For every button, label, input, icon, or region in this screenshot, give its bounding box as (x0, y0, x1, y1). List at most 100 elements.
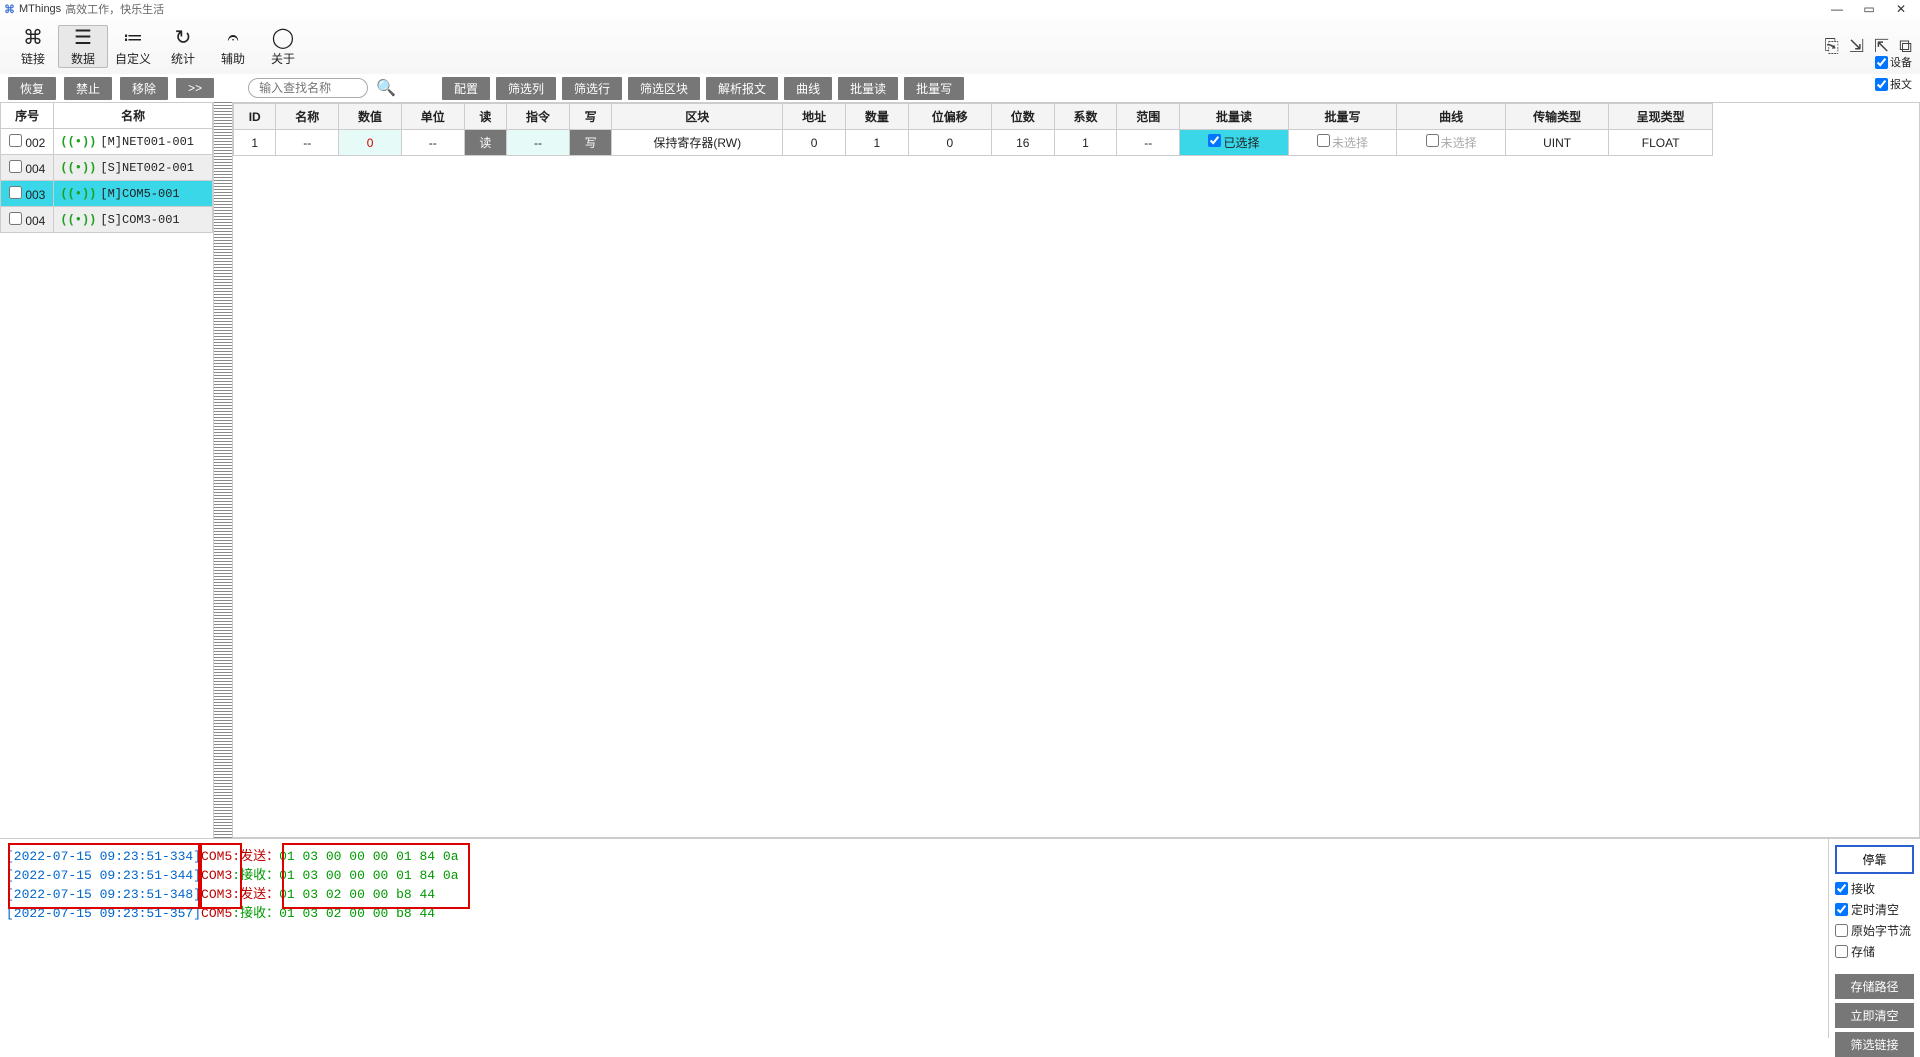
assist-icon: 𝄐 (208, 26, 258, 50)
cell-type: UINT (1505, 130, 1608, 156)
device-row[interactable]: 002((•))[M]NET001-001 (1, 129, 213, 155)
dock-button[interactable]: 停靠 (1835, 845, 1914, 874)
app-title: MThings (19, 3, 61, 15)
cell-coef: 1 (1054, 130, 1117, 156)
custom-label: 自定义 (115, 52, 151, 66)
data-col-18: 呈现类型 (1609, 104, 1713, 130)
log-checkbox-0[interactable] (1835, 882, 1848, 895)
custom-icon: ≔ (108, 26, 158, 50)
device-checkbox[interactable] (9, 134, 22, 147)
log-side-button-0[interactable]: 存储路径 (1835, 974, 1914, 999)
curve-checkbox[interactable] (1426, 134, 1439, 147)
search-icon[interactable]: 🔍 (376, 78, 396, 98)
window-maximize-icon[interactable]: ▭ (1862, 2, 1876, 16)
right-checkbox-0[interactable] (1875, 56, 1888, 69)
device-row[interactable]: 003((•))[M]COM5-001 (1, 181, 213, 207)
top-right-icon-0[interactable]: ⎘ (1825, 36, 1839, 57)
filter-button-4[interactable]: 解析报文 (706, 77, 778, 100)
data-col-6: 写 (569, 104, 611, 130)
cell-batch-write[interactable]: 未选择 (1288, 130, 1397, 156)
filter-button-7[interactable]: 批量写 (904, 77, 964, 100)
toolbar-item-about[interactable]: ◯关于 (258, 26, 308, 67)
data-col-4: 读 (464, 104, 506, 130)
toolbar-item-link[interactable]: ⌘链接 (8, 26, 58, 67)
log-checkbox-1[interactable] (1835, 903, 1848, 916)
log-side-button-2[interactable]: 筛选链接 (1835, 1032, 1914, 1057)
vertical-splitter[interactable] (214, 102, 232, 838)
top-right-icon-1[interactable]: ⇲ (1849, 36, 1864, 57)
cell-addr: 0 (783, 130, 846, 156)
cell-curve[interactable]: 未选择 (1397, 130, 1506, 156)
data-col-13: 范围 (1117, 104, 1180, 130)
data-col-16: 曲线 (1397, 104, 1506, 130)
log-side-button-1[interactable]: 立即清空 (1835, 1003, 1914, 1028)
toolbar-item-stats[interactable]: ↻统计 (158, 26, 208, 67)
log-line: [2022-07-15 09:23:51-357]COM5:接收：01 03 0… (6, 902, 1822, 921)
log-panel: [2022-07-15 09:23:51-334]COM5:发送：01 03 0… (0, 838, 1920, 1038)
log-checkbox-3[interactable] (1835, 945, 1848, 958)
signal-icon: ((•)) (60, 135, 96, 149)
data-table: ID名称数值单位读指令写区块地址数量位偏移位数系数范围批量读批量写曲线传输类型呈… (233, 103, 1713, 156)
filter-button-0[interactable]: 配置 (442, 77, 490, 100)
col-name: 名称 (54, 103, 213, 129)
data-col-14: 批量读 (1180, 104, 1289, 130)
device-checkbox[interactable] (9, 186, 22, 199)
log-check-0[interactable]: 接收 (1835, 880, 1914, 897)
signal-icon: ((•)) (60, 213, 96, 227)
data-col-12: 系数 (1054, 104, 1117, 130)
device-checkbox[interactable] (9, 212, 22, 225)
filter-button-6[interactable]: 批量读 (838, 77, 898, 100)
cell-value[interactable]: 0 (339, 130, 402, 156)
toolbar-item-custom[interactable]: ≔ 自定义 (108, 26, 158, 67)
search-input[interactable] (248, 78, 368, 98)
forbid-button[interactable]: 禁止 (64, 77, 112, 100)
data-pane: ID名称数值单位读指令写区块地址数量位偏移位数系数范围批量读批量写曲线传输类型呈… (232, 102, 1920, 838)
cell-name: -- (276, 130, 339, 156)
log-line: [2022-07-15 09:23:51-334]COM5:发送：01 03 0… (6, 845, 1822, 864)
stats-icon: ↻ (158, 26, 208, 50)
data-col-1: 名称 (276, 104, 339, 130)
log-check-2[interactable]: 原始字节流 (1835, 922, 1914, 939)
go-button[interactable]: >> (176, 78, 214, 98)
device-checkbox[interactable] (9, 160, 22, 173)
toolbar-item-data[interactable]: ☰数据 (58, 25, 108, 68)
data-col-8: 地址 (783, 104, 846, 130)
device-row[interactable]: 004((•))[S]COM3-001 (1, 207, 213, 233)
action-button-row: 恢复 禁止 移除 >> 🔍 配置筛选列筛选行筛选区块解析报文曲线批量读批量写 (0, 74, 1920, 102)
right-check-0[interactable]: 设备 (1875, 54, 1912, 70)
window-minimize-icon[interactable]: — (1830, 2, 1844, 16)
read-button[interactable]: 读 (464, 130, 506, 156)
log-side-controls: 停靠 接收定时清空原始字节流存储 存储路径立即清空筛选链接 (1828, 839, 1920, 1038)
right-check-1[interactable]: 报文 (1875, 76, 1912, 92)
window-close-icon[interactable]: ✕ (1894, 2, 1908, 16)
filter-button-3[interactable]: 筛选区块 (628, 77, 700, 100)
log-line: [2022-07-15 09:23:51-344]COM3:接收：01 03 0… (6, 864, 1822, 883)
device-row[interactable]: 004((•))[S]NET002-001 (1, 155, 213, 181)
batch-read-checkbox[interactable] (1208, 134, 1221, 147)
batch-write-checkbox[interactable] (1317, 134, 1330, 147)
log-check-3[interactable]: 存储 (1835, 943, 1914, 960)
log-area: [2022-07-15 09:23:51-334]COM5:发送：01 03 0… (0, 839, 1828, 1038)
device-list-pane: 序号 名称 002((•))[M]NET001-001 004((•))[S]N… (0, 102, 214, 838)
log-line: [2022-07-15 09:23:51-348]COM3:发送：01 03 0… (6, 883, 1822, 902)
write-button[interactable]: 写 (569, 130, 611, 156)
data-col-7: 区块 (612, 104, 783, 130)
log-check-1[interactable]: 定时清空 (1835, 901, 1914, 918)
cell-bitoff: 0 (908, 130, 991, 156)
toolbar-item-assist[interactable]: 𝄐 辅助 (208, 26, 258, 67)
assist-label: 辅助 (221, 52, 245, 66)
restore-button[interactable]: 恢复 (8, 77, 56, 100)
remove-button[interactable]: 移除 (120, 77, 168, 100)
col-seq: 序号 (1, 103, 54, 129)
filter-button-5[interactable]: 曲线 (784, 77, 832, 100)
filter-button-1[interactable]: 筛选列 (496, 77, 556, 100)
right-checkbox-1[interactable] (1875, 78, 1888, 91)
cell-id: 1 (234, 130, 276, 156)
log-checkbox-2[interactable] (1835, 924, 1848, 937)
cell-batch-read[interactable]: 已选择 (1180, 130, 1289, 156)
cell-command: -- (507, 130, 570, 156)
about-label: 关于 (271, 52, 295, 66)
cell-range: -- (1117, 130, 1180, 156)
cell-unit: -- (401, 130, 464, 156)
filter-button-2[interactable]: 筛选行 (562, 77, 622, 100)
